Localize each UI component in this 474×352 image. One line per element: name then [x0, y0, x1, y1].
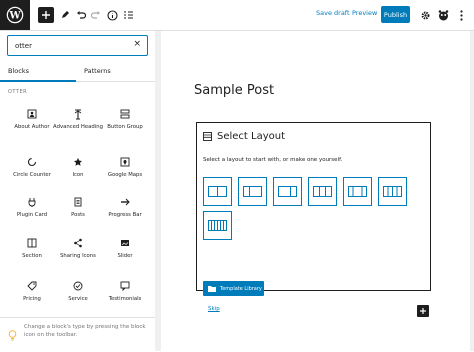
inserter-tabs: Blocks Patterns — [0, 64, 157, 82]
block-label: Testimonials — [108, 296, 142, 302]
plugin-card-icon — [26, 196, 38, 208]
block-progress-bar[interactable]: Progress Bar — [100, 196, 150, 219]
layout-option-quarter-half-quarter[interactable] — [343, 177, 372, 206]
block-plugin-card[interactable]: Plugin Card — [7, 196, 57, 219]
tip-text: Change a block's type by pressing the bl… — [24, 324, 146, 338]
settings-gear-icon[interactable] — [418, 6, 432, 24]
block-about-author[interactable]: About Author — [7, 108, 57, 131]
block-posts[interactable]: Posts — [53, 196, 103, 219]
block-pricing[interactable]: Pricing — [7, 280, 57, 303]
block-service[interactable]: Service — [53, 280, 103, 303]
block-appender-button[interactable] — [417, 305, 429, 317]
top-toolbar: W Save draft Preview Publish — [0, 0, 474, 31]
wordpress-logo-icon[interactable]: W — [0, 0, 30, 30]
otter-plugin-icon[interactable] — [436, 6, 450, 24]
folder-icon — [208, 286, 216, 292]
block-label: Slider — [117, 253, 133, 259]
progress-bar-icon — [119, 196, 131, 208]
section-icon — [26, 237, 38, 249]
layout-header: Select Layout — [203, 131, 285, 142]
block-label: Icon — [72, 172, 84, 178]
block-sharing-icons[interactable]: Sharing Icons — [53, 237, 103, 260]
layout-option-six-columns[interactable] — [203, 211, 232, 240]
edit-tools-icon[interactable] — [58, 6, 72, 24]
layout-option-half-half[interactable] — [203, 177, 232, 206]
block-label: About Author — [14, 124, 50, 130]
block-label: Section — [22, 253, 42, 259]
clear-search-icon[interactable]: × — [133, 39, 141, 49]
layout-instruction: Select a layout to start with, or make o… — [203, 157, 343, 163]
publish-button[interactable]: Publish — [381, 6, 410, 23]
editor-area: Sample Post Select Layout Select a layou… — [158, 31, 474, 351]
block-button-group[interactable]: Button Group — [100, 108, 150, 131]
search-value: otter — [15, 42, 32, 50]
list-view-icon[interactable] — [121, 6, 135, 24]
testimonials-icon — [119, 280, 131, 292]
block-label: Advanced Heading — [53, 124, 103, 130]
lightbulb-icon — [8, 326, 17, 345]
slider-icon — [119, 237, 131, 249]
inserter-tip: Change a block's type by pressing the bl… — [0, 317, 157, 352]
heading-icon — [72, 108, 84, 120]
add-block-button[interactable] — [38, 7, 54, 23]
options-more-icon[interactable] — [455, 6, 467, 24]
undo-icon[interactable] — [74, 6, 88, 24]
icon-icon — [72, 156, 84, 168]
layout-icon — [203, 132, 212, 141]
block-label: Progress Bar — [108, 212, 142, 218]
block-slider[interactable]: Slider — [100, 237, 150, 260]
author-icon — [26, 108, 38, 120]
block-icon[interactable]: Icon — [53, 156, 103, 179]
template-library-label: Template Library — [220, 285, 262, 292]
block-group-label: OTTER — [8, 89, 28, 95]
details-icon[interactable] — [105, 6, 119, 24]
preview-button[interactable]: Preview — [352, 9, 377, 17]
block-label: Posts — [71, 212, 85, 218]
block-inserter-panel: otter × Blocks Patterns OTTER About Auth… — [0, 31, 158, 351]
block-testimonials[interactable]: Testimonials — [100, 280, 150, 303]
block-label: Google Maps — [107, 172, 143, 178]
layout-title: Select Layout — [217, 131, 286, 142]
svg-text:W: W — [8, 11, 21, 22]
save-draft-button[interactable]: Save draft — [316, 9, 350, 17]
template-library-button[interactable]: Template Library — [203, 281, 264, 296]
block-advanced-heading[interactable]: Advanced Heading — [53, 108, 103, 131]
block-label: Circle Counter — [13, 172, 51, 178]
post-title[interactable]: Sample Post — [194, 83, 274, 98]
block-section[interactable]: Section — [7, 237, 57, 260]
redo-icon[interactable] — [89, 6, 103, 24]
block-search-input[interactable]: otter × — [7, 35, 148, 56]
service-icon — [72, 280, 84, 292]
layout-option-four-columns[interactable] — [378, 177, 407, 206]
active-tab-indicator — [0, 80, 76, 82]
layout-option-three-columns[interactable] — [308, 177, 337, 206]
block-label: Button Group — [107, 124, 143, 130]
block-label: Service — [68, 296, 88, 302]
block-google-maps[interactable]: Google Maps — [100, 156, 150, 179]
block-label: Pricing — [23, 296, 41, 302]
layout-option-third-twothirds[interactable] — [238, 177, 267, 206]
layout-option-twothirds-third[interactable] — [273, 177, 302, 206]
tab-patterns[interactable]: Patterns — [84, 67, 111, 75]
posts-icon — [72, 196, 84, 208]
pricing-icon — [26, 280, 38, 292]
editor-canvas: Sample Post Select Layout Select a layou… — [161, 31, 470, 351]
block-label: Sharing Icons — [60, 253, 96, 259]
circle-counter-icon — [26, 156, 38, 168]
select-layout-block[interactable]: Select Layout Select a layout to start w… — [196, 122, 431, 312]
tab-blocks[interactable]: Blocks — [8, 67, 29, 75]
skip-link[interactable]: Skip — [208, 306, 220, 312]
button-group-icon — [119, 108, 131, 120]
block-label: Plugin Card — [16, 212, 48, 218]
map-icon — [119, 156, 131, 168]
block-circle-counter[interactable]: Circle Counter — [7, 156, 57, 179]
share-icon — [72, 237, 84, 249]
